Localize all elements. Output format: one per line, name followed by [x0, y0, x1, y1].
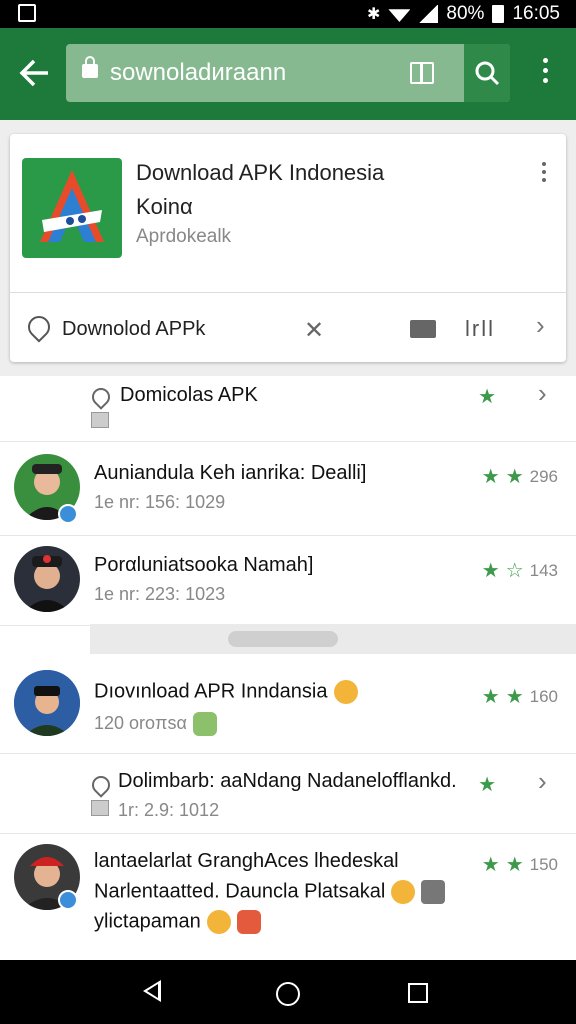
- lock-icon: [82, 56, 98, 78]
- clock: 16:05: [512, 3, 560, 24]
- star-icon: ★: [478, 774, 496, 796]
- item-meta: 1e nr: 223: 1023: [94, 584, 226, 604]
- url-bar[interactable]: sownoladиrаann: [66, 44, 510, 102]
- back-arrow-icon[interactable]: [18, 58, 52, 88]
- box-icon: [91, 412, 109, 428]
- rating: ★ ☆ 143: [481, 560, 558, 582]
- cake-emoji-icon: [192, 712, 217, 736]
- bars-label[interactable]: lrll: [465, 316, 495, 342]
- chevron-right-icon[interactable]: ›: [538, 766, 547, 797]
- verified-badge-icon: [58, 504, 78, 524]
- rating: ★ ★ 150: [481, 854, 558, 876]
- app-bar: sownoladиrаann: [0, 28, 576, 120]
- item-title: Porαluniatsooka Namah]: [94, 554, 314, 576]
- rating: ★: [478, 772, 496, 797]
- bag-emoji-icon: [421, 880, 446, 904]
- item-meta: 1r: 2.9: 1012: [118, 800, 220, 820]
- result-list: Domicolas APK ★ › Auniandula Keh ianrika…: [0, 376, 576, 960]
- box-icon: [91, 800, 109, 816]
- gift-emoji-icon: [236, 910, 261, 934]
- star-icon: ★: [505, 466, 524, 488]
- app-logo-icon: [22, 158, 122, 258]
- item-meta: 120 oroπsα: [94, 712, 217, 736]
- card-action-row[interactable]: Downolod APPk ✕ lrll ›: [10, 294, 566, 360]
- nav-home-icon[interactable]: [276, 982, 300, 1006]
- inbox-icon[interactable]: [410, 320, 436, 338]
- divider: [10, 292, 566, 293]
- card-more-icon[interactable]: [540, 162, 548, 186]
- gallery-notification-icon: [18, 4, 36, 22]
- star-icon: ★: [505, 854, 524, 876]
- url-text[interactable]: sownoladиrаann: [110, 59, 286, 87]
- overflow-menu-icon[interactable]: [535, 58, 555, 90]
- smile-emoji-icon: [333, 680, 358, 704]
- rating: ★: [478, 384, 496, 409]
- app-developer[interactable]: Aprdokealk: [136, 226, 231, 248]
- app-subtitle: Koinα: [136, 194, 193, 219]
- star-icon: ★: [481, 854, 500, 876]
- item-title: Dıovınload APR Inndansia: [94, 680, 358, 704]
- avatar: [14, 546, 80, 612]
- item-title: lantaelarlat GranghAces lhedeskal: [94, 850, 399, 872]
- star-half-icon: ☆: [505, 560, 524, 582]
- rating: ★ ★ 160: [481, 686, 558, 708]
- pin-icon: [88, 772, 114, 798]
- list-item[interactable]: Auniandula Keh ianrika: Dealli] 1e nr: 1…: [0, 442, 576, 536]
- pin-icon: [88, 384, 114, 410]
- laugh-emoji-icon: [391, 880, 416, 904]
- list-item[interactable]: Porαluniatsooka Namah] 1e nr: 223: 1023 …: [0, 536, 576, 626]
- item-title: Dolimbarb: aaNdang Nadanelofflankd.: [118, 770, 457, 792]
- grin-emoji-icon: [206, 910, 231, 934]
- bluetooth-icon: ✱: [367, 6, 381, 23]
- star-icon: ★: [478, 386, 496, 408]
- wifi-icon: [388, 9, 411, 22]
- nav-back-icon[interactable]: [143, 980, 161, 1002]
- search-icon: [475, 61, 500, 86]
- item-title: Auniandula Keh ianrika: Dealli]: [94, 462, 367, 484]
- rating: ★ ★ 296: [481, 466, 558, 488]
- verified-badge-icon: [58, 890, 78, 910]
- star-icon: ★: [505, 686, 524, 708]
- item-meta: 1e nr: 156: 1029: [94, 492, 226, 512]
- item-title: Domicolas APK: [120, 384, 258, 406]
- list-item[interactable]: Dıovınload APR Inndansia 120 oroπsα ★ ★ 16…: [0, 658, 576, 754]
- chat-bubble-icon: [23, 311, 55, 343]
- item-link[interactable]: ylictapaman: [94, 910, 261, 934]
- scroll-pill: [228, 631, 338, 647]
- chevron-right-icon[interactable]: ›: [538, 378, 547, 409]
- close-icon[interactable]: ✕: [304, 316, 324, 345]
- app-card[interactable]: Download APK Indonesia Koinα Aprdokealk …: [10, 134, 566, 362]
- battery-icon: [492, 5, 505, 23]
- star-icon: ★: [481, 560, 500, 582]
- download-label[interactable]: Downolod APPk: [62, 318, 205, 341]
- app-title: Download APK Indonesia: [136, 160, 385, 185]
- section-divider: [90, 624, 576, 654]
- search-button[interactable]: [464, 44, 510, 102]
- list-item[interactable]: Dolimbarb: aaNdang Nadanelofflankd. 1r: …: [0, 754, 576, 834]
- status-bar: ✱ 80% 16:05: [0, 0, 576, 28]
- nav-recents-icon[interactable]: [408, 983, 428, 1003]
- signal-icon: [418, 5, 439, 23]
- avatar: [14, 670, 80, 736]
- chevron-right-icon[interactable]: ›: [536, 310, 545, 341]
- reader-mode-icon[interactable]: [410, 62, 434, 84]
- star-icon: ★: [481, 466, 500, 488]
- item-title-line2: Narlentaatted. Dauncla Platsakal: [94, 880, 446, 904]
- navigation-bar: [0, 960, 576, 1024]
- list-item[interactable]: lantaelarlat GranghAces lhedeskal Narlen…: [0, 834, 576, 960]
- battery-percent: 80%: [446, 3, 485, 24]
- list-item[interactable]: Domicolas APK ★ ›: [0, 376, 576, 442]
- star-icon: ★: [481, 686, 500, 708]
